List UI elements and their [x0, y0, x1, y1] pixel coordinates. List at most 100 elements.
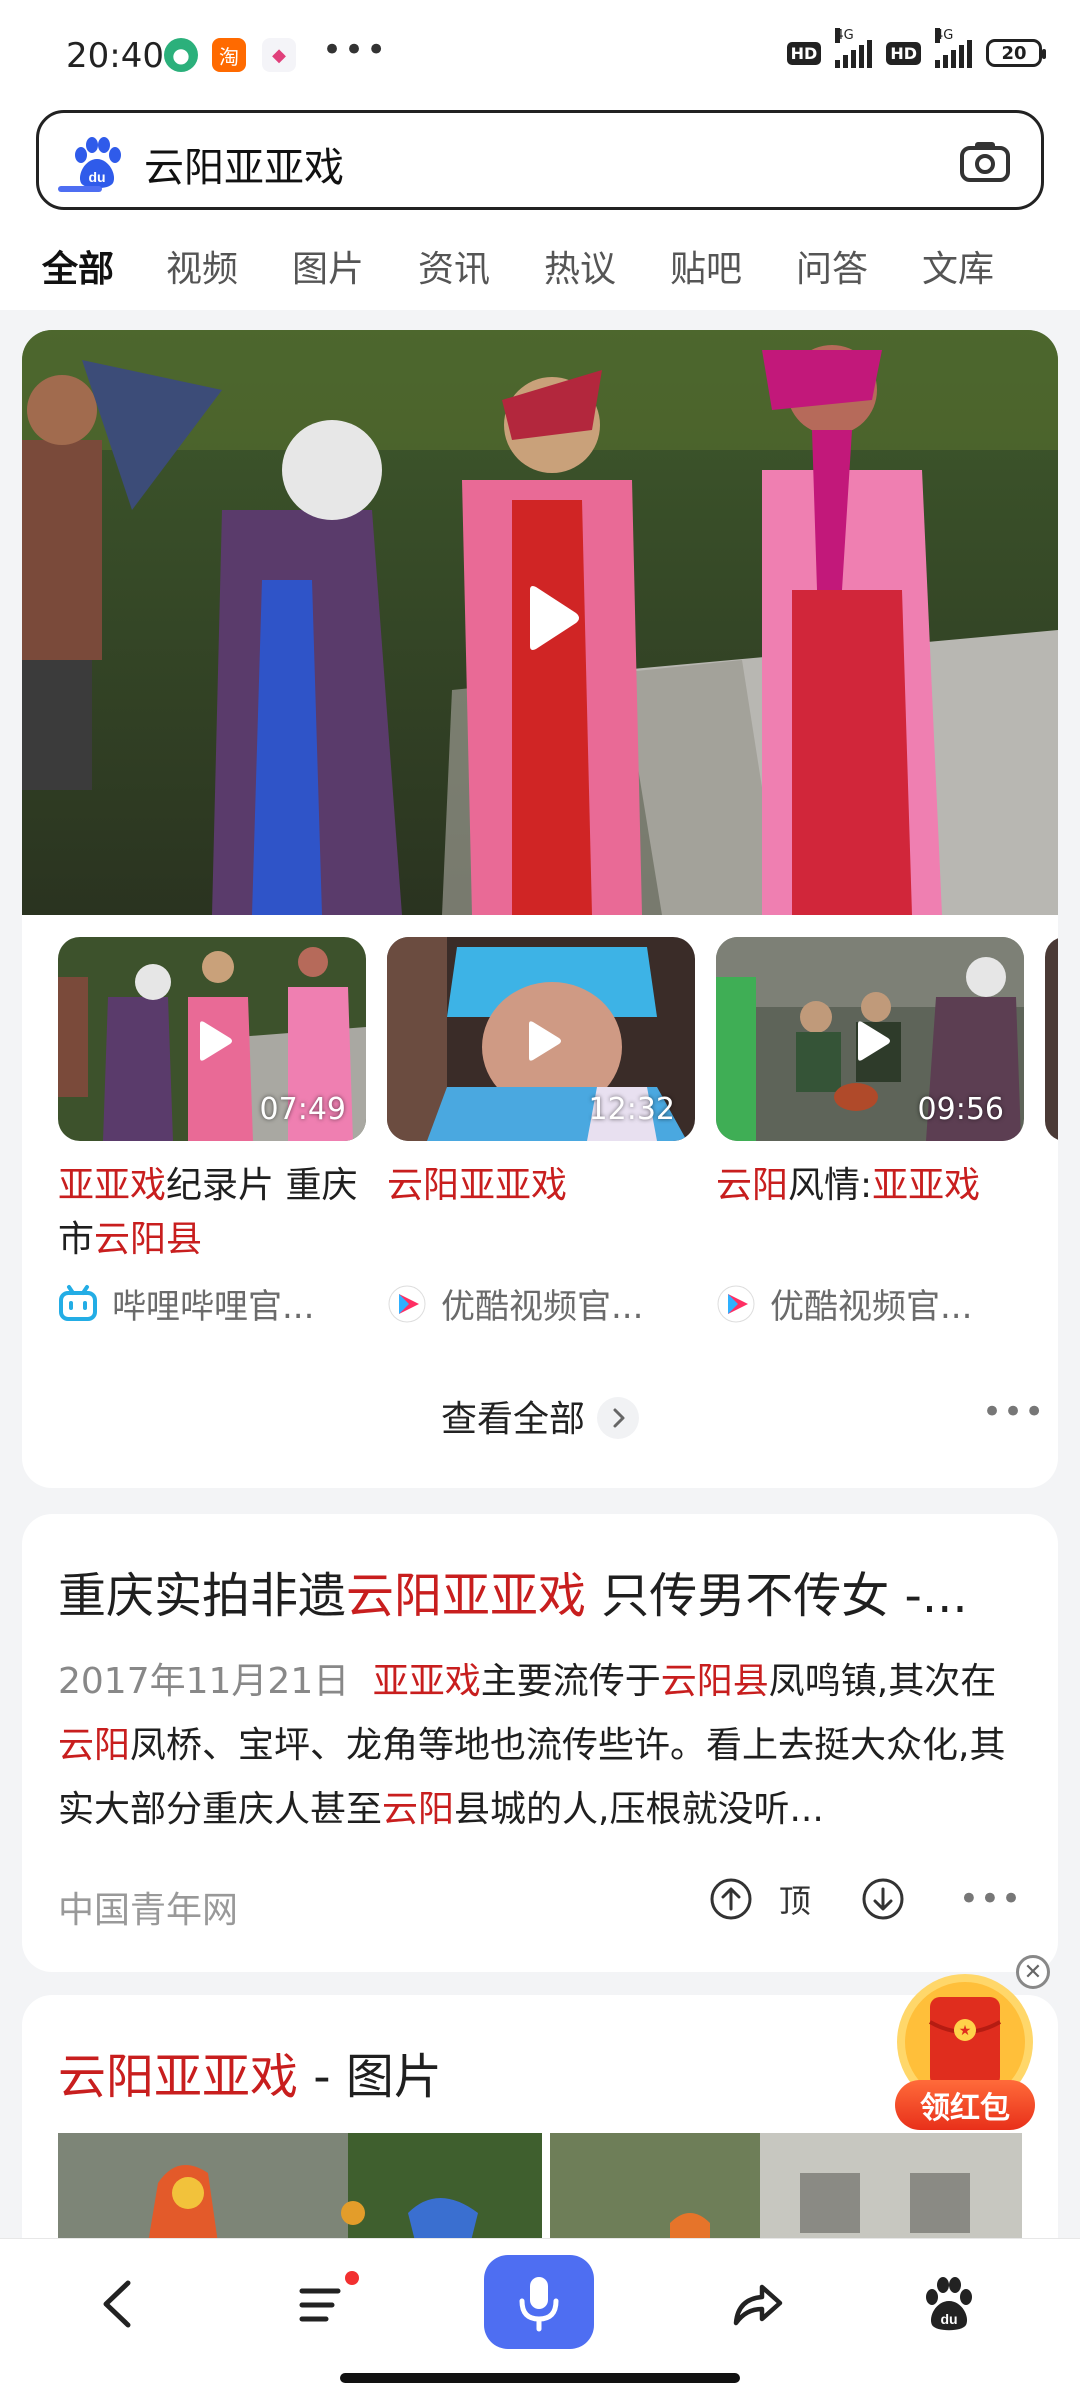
main-video-player[interactable]: [22, 330, 1058, 915]
app-notification-icon: ◆: [262, 38, 296, 72]
signal-icon: 4G: [835, 28, 873, 68]
video-source[interactable]: 优酷视频官...: [716, 1279, 1024, 1328]
svg-text:★: ★: [959, 2022, 972, 2038]
downvote-icon[interactable]: [861, 1877, 905, 1921]
search-query[interactable]: 云阳亚亚戏: [144, 135, 344, 193]
play-icon[interactable]: [508, 578, 588, 658]
view-all-link[interactable]: 查看全部: [22, 1390, 1058, 1442]
video-item[interactable]: 07:49 亚亚戏纪录片 重庆市云阳县 哔哩哔哩官...: [58, 937, 366, 1328]
svg-text:du: du: [940, 2311, 957, 2327]
play-icon: [200, 1021, 232, 1061]
video-thumbnail[interactable]: 07:49: [58, 937, 366, 1141]
result-source[interactable]: 中国青年网: [58, 1881, 238, 1933]
tab-wenku[interactable]: 文库: [922, 240, 994, 292]
taobao-app-icon: 淘: [212, 38, 246, 72]
share-icon[interactable]: [722, 2269, 792, 2339]
bilibili-icon: [59, 1284, 97, 1321]
svg-text:du: du: [88, 169, 105, 185]
red-packet-label[interactable]: 领红包: [895, 2080, 1035, 2130]
video-title-text: 风情:: [788, 1165, 873, 1206]
close-icon[interactable]: ✕: [1016, 1955, 1050, 1989]
network-type-label: 4G: [835, 28, 854, 43]
tab-discussion[interactable]: 热议: [544, 240, 616, 292]
snippet-text: 县城的人,压根就没听...: [454, 1789, 824, 1830]
signal-icon-2: 4G: [935, 28, 972, 68]
video-source[interactable]: 优酷视频官...: [387, 1279, 695, 1328]
home-indicator[interactable]: [340, 2373, 740, 2383]
baidu-home-icon[interactable]: du: [914, 2269, 984, 2339]
video-title[interactable]: 亚亚戏纪录片 重庆市云阳县: [58, 1159, 366, 1267]
microphone-icon: [519, 2277, 559, 2332]
battery-level: 20: [1001, 42, 1027, 64]
tab-tieba[interactable]: 贴吧: [670, 240, 742, 292]
image-section-title[interactable]: 云阳亚亚戏 - 图片: [58, 2037, 442, 2107]
snippet-text: 主要流传于: [480, 1661, 661, 1702]
active-tab-indicator: [58, 186, 102, 192]
result-snippet: 2017年11月21日 亚亚戏主要流传于云阳县凤鸣镇,其次在云阳凤桥、宝坪、龙角…: [58, 1650, 1028, 1842]
more-options-icon[interactable]: •••: [959, 1879, 1022, 1919]
chevron-right-icon: [597, 1397, 639, 1439]
video-thumbnail[interactable]: 09:56: [716, 937, 1024, 1141]
tab-qa[interactable]: 问答: [796, 240, 868, 292]
snippet-highlight: 云阳: [58, 1725, 131, 1766]
video-source-label: 优酷视频官...: [441, 1287, 644, 1327]
tab-all[interactable]: 全部: [42, 240, 114, 292]
view-all-label: 查看全部: [440, 1399, 585, 1440]
search-input[interactable]: du 云阳亚亚戏: [36, 110, 1044, 210]
result-title[interactable]: 重庆实拍非遗云阳亚亚戏 只传男不传女 -...: [58, 1556, 1038, 1626]
upvote-icon[interactable]: [709, 1877, 753, 1921]
bottom-navigation: du: [0, 2238, 1080, 2400]
tab-news[interactable]: 资讯: [418, 240, 490, 292]
image-title-text: - 图片: [298, 2049, 442, 2105]
video-item[interactable]: 09:56 云阳风情:亚亚戏 优酷视频官...: [716, 937, 1024, 1328]
back-icon[interactable]: [84, 2269, 154, 2339]
hd-badge: HD: [786, 41, 822, 65]
result-date: 2017年11月21日: [58, 1661, 350, 1702]
play-icon: [858, 1021, 890, 1061]
network-type-label-2: 4G: [935, 28, 954, 43]
video-source-label: 哔哩哔哩官...: [112, 1287, 315, 1327]
youku-icon: [717, 1285, 755, 1322]
video-source-label: 优酷视频官...: [770, 1287, 973, 1327]
video-duration: 09:56: [917, 1092, 1004, 1127]
result-title-text: 重庆实拍非遗: [58, 1568, 347, 1624]
video-title[interactable]: 云阳风情:亚亚戏: [716, 1159, 1024, 1267]
video-source[interactable]: 哔哩哔哩官...: [58, 1279, 366, 1328]
upvote-label[interactable]: 顶: [779, 1876, 811, 1922]
video-title-highlight: 云阳县: [94, 1219, 203, 1260]
video-list: 07:49 亚亚戏纪录片 重庆市云阳县 哔哩哔哩官... 12:32 云阳亚亚戏…: [58, 937, 1058, 1337]
camera-icon[interactable]: [959, 139, 1011, 183]
hd-badge-2: HD: [886, 41, 921, 65]
video-thumbnail[interactable]: 12:32: [387, 937, 695, 1141]
play-icon: [529, 1021, 561, 1061]
result-title-text: 只传男不传女 -...: [586, 1568, 968, 1624]
image-title-highlight: 云阳亚亚戏: [58, 2049, 299, 2105]
video-duration: 07:49: [259, 1092, 346, 1127]
youku-icon: [388, 1285, 426, 1322]
search-header: du 云阳亚亚戏 全部 视频 图片 资讯 热议 贴吧 问答 文库: [0, 110, 1080, 310]
status-bar: 20:40 ● 淘 ◆ ••• HD 4G HD 4G 20: [0, 0, 1080, 110]
video-title-highlight: 亚亚戏: [58, 1165, 167, 1206]
video-duration: 12:32: [588, 1092, 675, 1127]
voice-search-button[interactable]: [484, 2255, 594, 2349]
snippet-highlight: 云阳县: [660, 1661, 769, 1702]
tab-images[interactable]: 图片: [292, 240, 364, 292]
tab-video[interactable]: 视频: [166, 240, 238, 292]
video-title-highlight: 亚亚戏: [872, 1165, 981, 1206]
video-title-highlight: 云阳: [716, 1165, 789, 1206]
search-tabs: 全部 视频 图片 资讯 热议 贴吧 问答 文库: [0, 228, 1080, 308]
more-options-icon[interactable]: •••: [982, 1392, 1045, 1432]
more-notifications-icon: •••: [322, 30, 389, 70]
result-title-highlight: 云阳亚亚戏: [346, 1568, 587, 1624]
search-result-card[interactable]: 重庆实拍非遗云阳亚亚戏 只传男不传女 -... 2017年11月21日 亚亚戏主…: [22, 1514, 1058, 1972]
snippet-highlight: 云阳: [382, 1789, 455, 1830]
video-title[interactable]: 云阳亚亚戏: [387, 1159, 695, 1267]
globe-app-icon: ●: [164, 38, 198, 72]
notification-dot: [345, 2271, 359, 2285]
snippet-highlight: 亚亚戏: [372, 1661, 481, 1702]
video-item-partial[interactable]: [1045, 937, 1058, 1141]
status-time: 20:40: [66, 36, 164, 76]
baidu-logo-icon: du: [75, 137, 121, 189]
video-item[interactable]: 12:32 云阳亚亚戏 优酷视频官...: [387, 937, 695, 1328]
video-result-card: 07:49 亚亚戏纪录片 重庆市云阳县 哔哩哔哩官... 12:32 云阳亚亚戏…: [22, 330, 1058, 1488]
